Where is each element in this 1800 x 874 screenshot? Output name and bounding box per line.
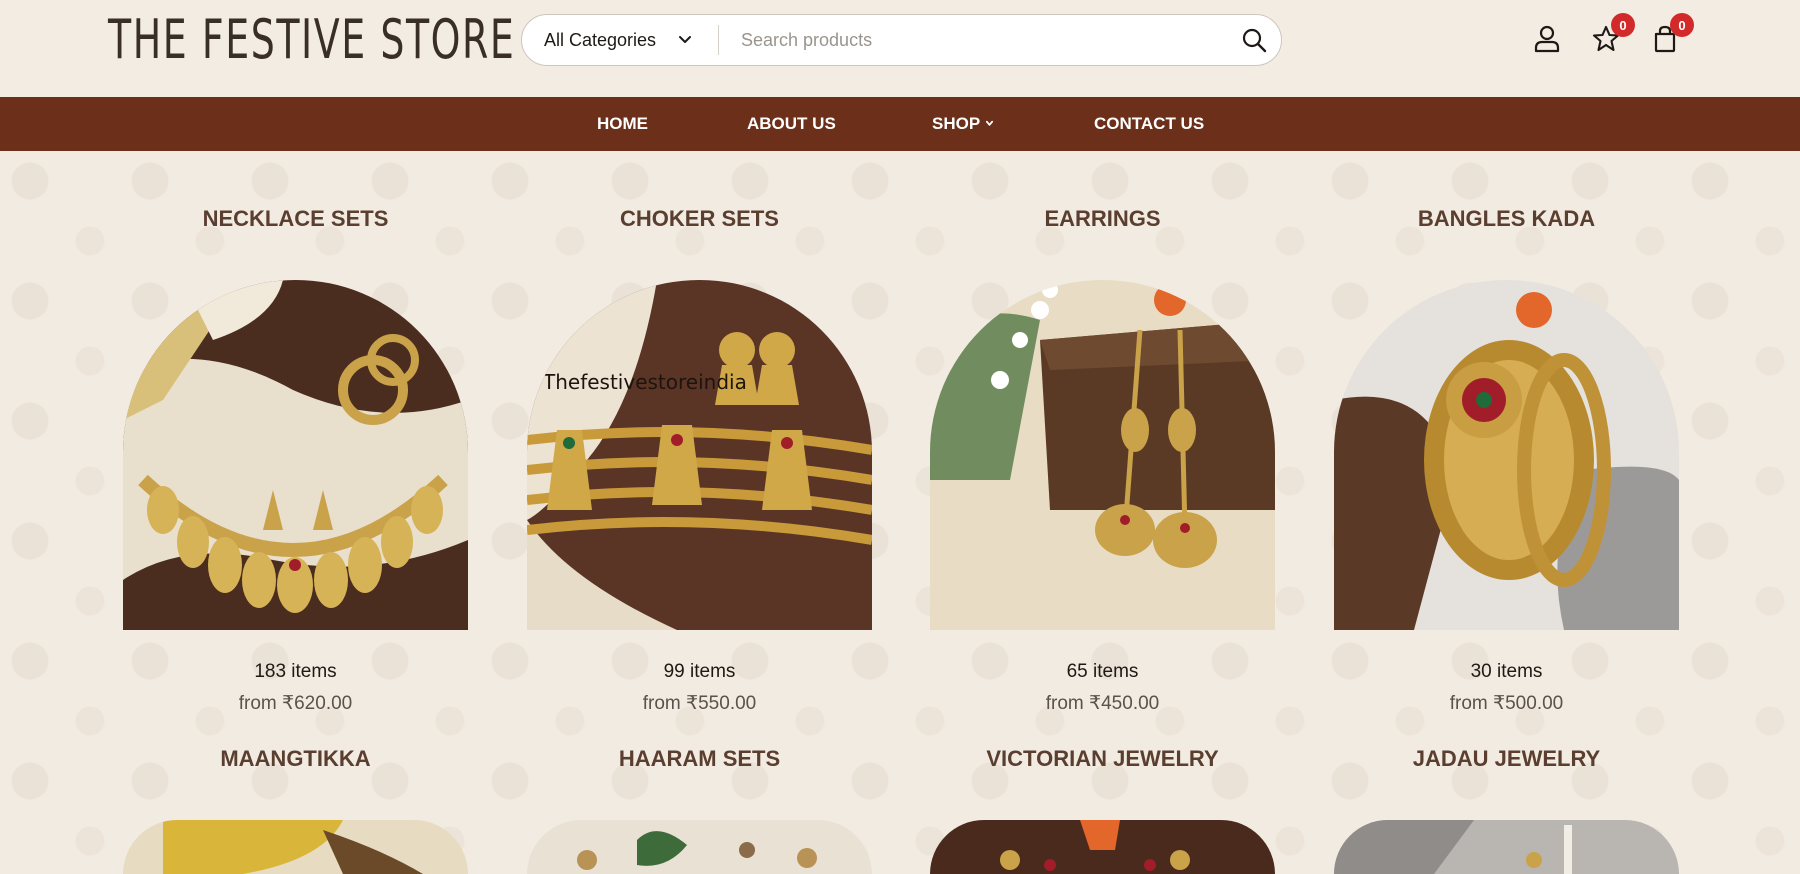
search-button[interactable]	[1227, 15, 1281, 65]
nav-home[interactable]: HOME	[597, 97, 648, 151]
category-grid: NECKLACE SETS CHOKER SETS EARRINGS BANGL…	[0, 151, 1800, 874]
nav-shop-label: SHOP	[932, 114, 981, 133]
category-title-necklace-sets[interactable]: NECKLACE SETS	[123, 206, 468, 232]
nav-contact-us[interactable]: CONTACT US	[1094, 97, 1204, 151]
chevron-down-icon	[986, 120, 994, 126]
category-price-earrings: from ₹450.00	[1045, 693, 1160, 714]
victorian-photo	[930, 820, 1275, 874]
main-nav: HOME ABOUT US SHOP CONTACT US	[0, 97, 1800, 151]
category-price-bangles-kada: from ₹500.00	[1449, 693, 1564, 714]
category-count-earrings: 65 items	[1066, 661, 1139, 682]
category-image-haaram-sets[interactable]	[527, 820, 872, 874]
category-title-maangtikka[interactable]: MAANGTIKKA	[123, 746, 468, 772]
bangle-photo	[1334, 280, 1679, 630]
category-image-choker-sets[interactable]: Thefestivestoreindia	[527, 280, 872, 630]
category-title-haaram-sets[interactable]: HAARAM SETS	[527, 746, 872, 772]
photo-watermark: Thefestivestoreindia	[543, 370, 747, 394]
jadau-photo	[1334, 820, 1679, 874]
choker-photo	[527, 280, 872, 630]
category-title-jadau-jewelry[interactable]: JADAU JEWELRY	[1334, 746, 1679, 772]
category-image-jadau-jewelry[interactable]	[1334, 820, 1679, 874]
category-title-victorian-jewelry[interactable]: VICTORIAN JEWELRY	[930, 746, 1275, 772]
nav-about-us[interactable]: ABOUT US	[747, 97, 836, 151]
nav-shop[interactable]: SHOP	[932, 97, 994, 151]
chevron-down-icon	[679, 36, 692, 43]
category-title-earrings[interactable]: EARRINGS	[930, 206, 1275, 232]
category-count-bangles-kada: 30 items	[1470, 661, 1543, 682]
wishlist-button[interactable]: 0	[1591, 13, 1635, 54]
category-title-bangles-kada[interactable]: BANGLES KADA	[1334, 206, 1679, 232]
category-image-earrings[interactable]	[930, 280, 1275, 630]
user-icon	[1534, 25, 1560, 53]
store-logo[interactable]: THE FESTIVE STORE	[108, 10, 515, 70]
site-header: THE FESTIVE STORE All Categories 0	[0, 0, 1800, 97]
maangtikka-photo	[123, 820, 468, 874]
category-price-choker-sets: from ₹550.00	[642, 693, 757, 714]
category-count-choker-sets: 99 items	[663, 661, 736, 682]
category-image-necklace-sets[interactable]	[123, 280, 468, 630]
category-count-necklace-sets: 183 items	[254, 661, 337, 682]
cart-count-badge: 0	[1670, 13, 1694, 37]
category-image-bangles-kada[interactable]	[1334, 280, 1679, 630]
search-icon	[1242, 28, 1267, 53]
search-input[interactable]	[719, 15, 1227, 65]
cart-button[interactable]: 0	[1650, 13, 1694, 54]
necklace-photo	[123, 280, 468, 630]
category-select[interactable]: All Categories	[522, 15, 718, 65]
earrings-photo	[930, 280, 1275, 630]
category-select-label: All Categories	[544, 29, 657, 50]
category-image-victorian-jewelry[interactable]	[930, 820, 1275, 874]
category-price-necklace-sets: from ₹620.00	[238, 693, 353, 714]
wishlist-count-badge: 0	[1611, 13, 1635, 37]
haaram-photo	[527, 820, 872, 874]
search-bar: All Categories	[521, 14, 1282, 66]
category-image-maangtikka[interactable]	[123, 820, 468, 874]
account-button[interactable]	[1532, 24, 1562, 54]
category-title-choker-sets[interactable]: CHOKER SETS	[527, 206, 872, 232]
